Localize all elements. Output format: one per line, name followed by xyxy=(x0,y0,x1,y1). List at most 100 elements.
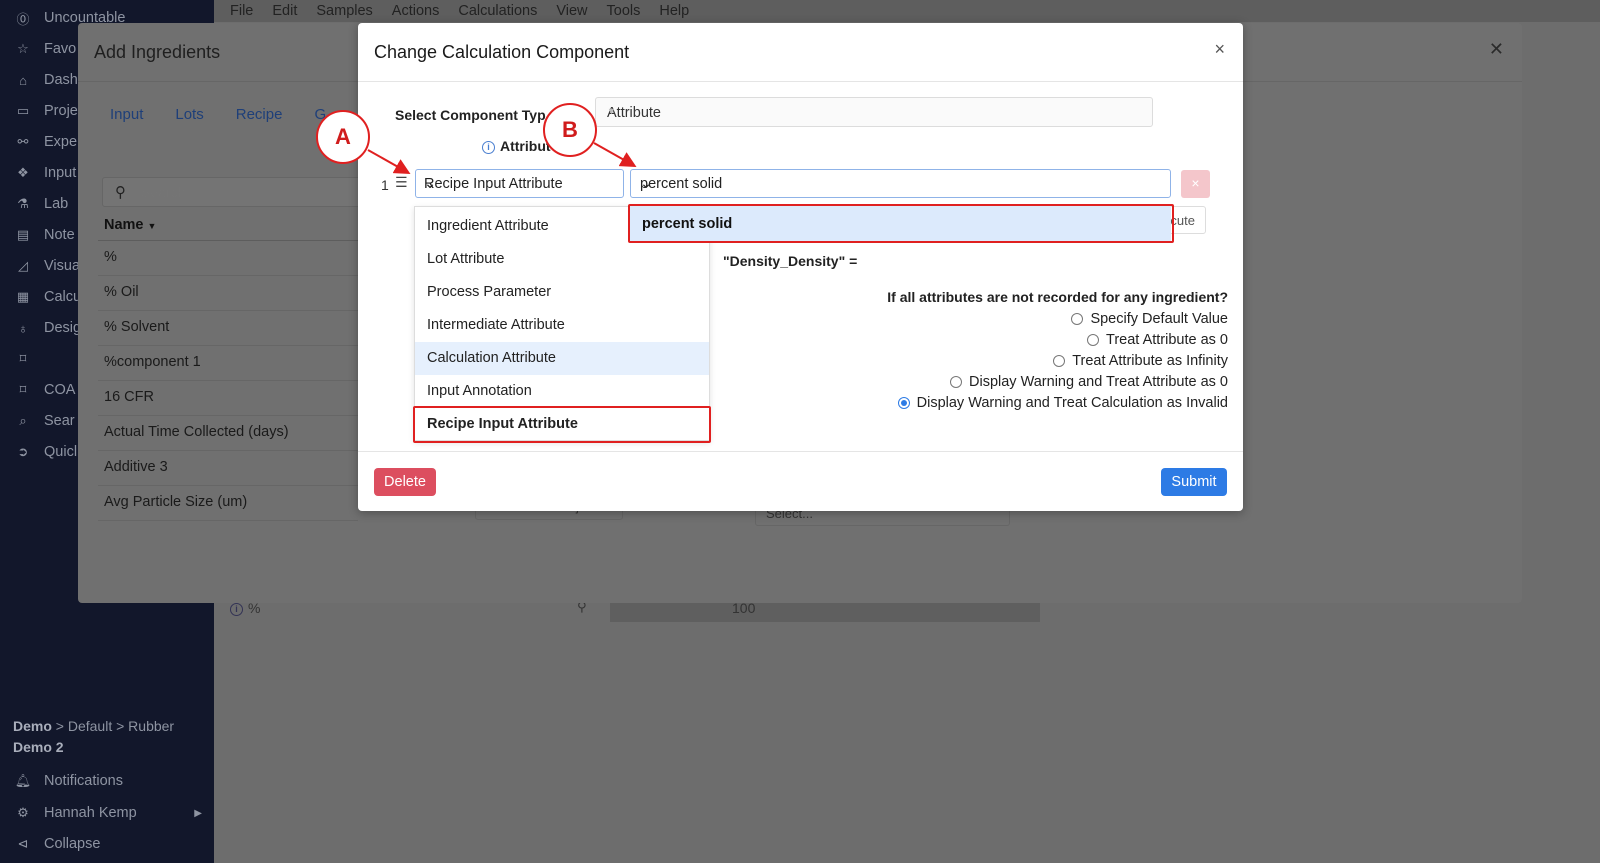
radio-specify-default[interactable]: Specify Default Value xyxy=(1071,309,1228,329)
sidebar-item-coa[interactable]: ⌑ COA xyxy=(12,377,76,403)
user-menu[interactable]: ⚙ Hannah Kemp ▶ xyxy=(12,800,202,826)
bookmark-icon: ⌑ xyxy=(19,382,27,397)
dropdown-option[interactable]: Intermediate Attribute xyxy=(415,309,709,342)
search-input[interactable] xyxy=(141,182,361,202)
radio-warn-treat-zero[interactable]: Display Warning and Treat Attribute as 0 xyxy=(950,372,1228,392)
callout-a: A xyxy=(316,110,370,164)
list-item[interactable]: % Oil xyxy=(98,276,358,311)
remove-row-button[interactable]: × xyxy=(1181,170,1210,198)
sidebar-item-label: Visua xyxy=(44,258,81,274)
sidebar-item-inputs[interactable]: ❖ Input xyxy=(12,160,76,186)
sidebar-item-design[interactable]: ♁ Desig xyxy=(12,315,81,341)
chart-icon: ◿ xyxy=(18,258,28,273)
breadcrumb[interactable]: Demo > Default > Rubber Demo 2 xyxy=(13,716,203,758)
attribute-select[interactable]: percent solid ⌄ xyxy=(630,169,1171,198)
menu-file[interactable]: File xyxy=(230,3,253,19)
sidebar-item-label: Expe xyxy=(44,134,78,150)
chevron-left-circle-icon: ⊲ xyxy=(17,836,29,851)
dialog-title: Change Calculation Component xyxy=(374,42,630,62)
sidebar-item-label: Note xyxy=(44,227,75,243)
component-type-select[interactable]: Attribute ▼ xyxy=(595,97,1153,127)
tab-recipe[interactable]: Recipe xyxy=(236,106,283,123)
callout-b: B xyxy=(543,103,597,157)
menu-calculations[interactable]: Calculations xyxy=(458,3,537,19)
notifications-link[interactable]: 🔔︎ Notifications xyxy=(12,768,123,794)
search-icon: ⚲ xyxy=(115,184,126,201)
logo-icon: ⓪ xyxy=(16,11,30,27)
radio-circle xyxy=(1087,334,1100,346)
search-field[interactable]: ⚲ xyxy=(102,177,372,207)
sidebar-item-quick[interactable]: ➲ Quicl xyxy=(12,439,78,465)
close-icon[interactable]: × xyxy=(1214,39,1225,60)
list-item[interactable]: % Solvent xyxy=(98,311,358,346)
dropdown-option[interactable]: Process Parameter xyxy=(415,276,709,309)
menu-actions[interactable]: Actions xyxy=(392,3,440,19)
collapse-button[interactable]: ⊲ Collapse xyxy=(12,831,101,857)
list-item[interactable]: %component 1 xyxy=(98,346,358,381)
close-icon[interactable]: ✕ xyxy=(1489,39,1504,60)
bookmark-icon: ⌑ xyxy=(19,351,27,366)
sidebar-item-favorites[interactable]: ☆ Favo xyxy=(12,36,76,62)
tab-input[interactable]: Input xyxy=(110,106,143,123)
submit-button[interactable]: Submit xyxy=(1161,468,1227,496)
sidebar-item-label: Desig xyxy=(44,320,82,336)
divider xyxy=(358,451,1243,452)
delete-button[interactable]: Delete xyxy=(374,468,436,496)
tab-lots[interactable]: Lots xyxy=(175,106,203,123)
radio-circle xyxy=(1053,355,1066,367)
menubar: File Edit Samples Actions Calculations V… xyxy=(214,0,1600,22)
sidebar-item-label: Sear xyxy=(44,413,75,429)
sidebar-item-projects[interactable]: ▭ Proje xyxy=(12,98,78,124)
attribute-category-select[interactable]: Recipe Input Attribute ⌄ xyxy=(415,169,624,198)
highlight-box-percent-solid xyxy=(628,204,1174,243)
star-icon: ☆ xyxy=(17,41,29,56)
bulb-icon: ♁ xyxy=(18,320,28,336)
dropdown-option[interactable]: Lot Attribute xyxy=(415,243,709,276)
chevron-down-icon: ⌄ xyxy=(424,176,437,192)
dropdown-option[interactable]: Input Annotation xyxy=(415,375,709,408)
menu-samples[interactable]: Samples xyxy=(316,3,372,19)
notebook-icon: ▤ xyxy=(16,227,30,242)
radio-warn-invalid[interactable]: Display Warning and Treat Calculation as… xyxy=(897,393,1228,413)
info-icon: i xyxy=(230,603,243,616)
sidebar-item-label: Favo xyxy=(44,41,77,57)
sidebar-item-bookmark[interactable]: ⌑ xyxy=(12,346,44,372)
caret-right-icon: ▶ xyxy=(194,807,202,819)
list-item[interactable]: 16 CFR xyxy=(98,381,358,416)
sidebar-item-dashboard[interactable]: ⌂ Dash xyxy=(12,67,78,93)
divider xyxy=(358,81,1243,82)
radio-treat-as-zero[interactable]: Treat Attribute as 0 xyxy=(1087,330,1228,350)
sidebar-item-lab[interactable]: ⚗ Lab xyxy=(12,191,68,217)
attribute-label: i Attribut xyxy=(482,138,551,154)
sidebar-item-calculations[interactable]: ▦ Calcu xyxy=(12,284,81,310)
list-item[interactable]: Actual Time Collected (days) xyxy=(98,416,358,451)
missing-attribute-question: If all attributes are not recorded for a… xyxy=(887,289,1228,305)
sidebar-item-search[interactable]: ⌕ Sear xyxy=(12,408,75,434)
menu-help[interactable]: Help xyxy=(659,3,689,19)
sidebar-item-notebook[interactable]: ▤ Note xyxy=(12,222,75,248)
menu-tools[interactable]: Tools xyxy=(607,3,641,19)
sidebar-item-label: Quicl xyxy=(44,444,78,460)
sidebar-item-label: Lab xyxy=(44,196,69,212)
dropdown-option-hovered[interactable]: Calculation Attribute xyxy=(415,342,709,375)
radio-circle-checked xyxy=(897,397,910,409)
sidebar-item-experiments[interactable]: ⚯ Expe xyxy=(12,129,78,155)
menu-view[interactable]: View xyxy=(556,3,587,19)
sidebar-item-visualize[interactable]: ◿ Visua xyxy=(12,253,80,279)
list-item[interactable]: Avg Particle Size (um) xyxy=(98,486,358,521)
flask-icon: ⚗ xyxy=(17,196,29,211)
cubes-icon: ❖ xyxy=(17,165,29,180)
caret-down-icon: ▼ xyxy=(607,106,616,116)
list-item[interactable]: % xyxy=(98,241,358,276)
home-icon: ⌂ xyxy=(19,72,27,88)
bell-icon: 🔔︎ xyxy=(14,773,32,788)
drag-handle-icon[interactable]: ☰ xyxy=(395,174,408,191)
list-item[interactable]: Additive 3 xyxy=(98,451,358,486)
change-calculation-component-dialog: Change Calculation Component × Select Co… xyxy=(358,23,1243,511)
name-column-header[interactable]: Name ▼ xyxy=(98,213,358,241)
component-type-label: Select Component Typ xyxy=(395,107,546,123)
radio-circle xyxy=(1071,313,1084,325)
ingredient-list: Name ▼ % % Oil % Solvent %component 1 16… xyxy=(98,213,358,521)
menu-edit[interactable]: Edit xyxy=(272,3,297,19)
radio-treat-as-infinity[interactable]: Treat Attribute as Infinity xyxy=(1053,351,1228,371)
